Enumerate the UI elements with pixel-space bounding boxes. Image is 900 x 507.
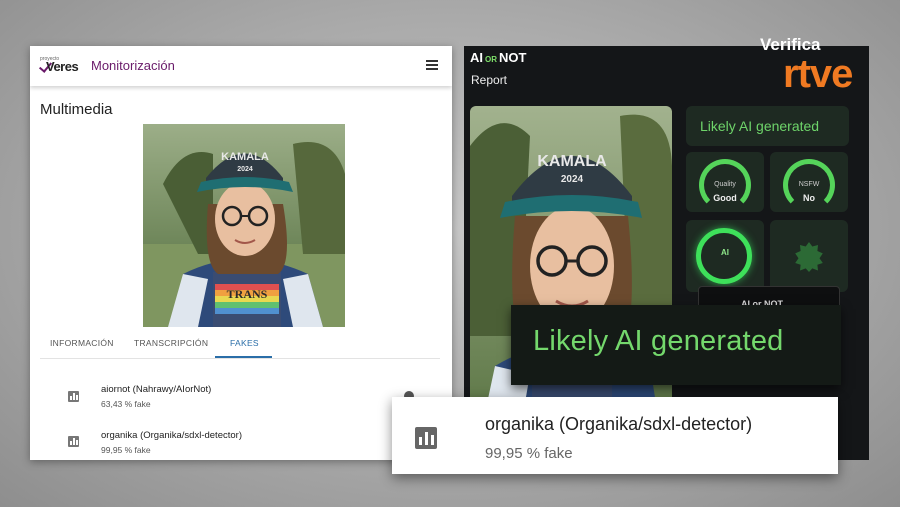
tab-bar: INFORMACIÓN TRANSCRIPCIÓN FAKES: [40, 332, 440, 359]
rtve-logo: rtve: [783, 52, 853, 96]
verdict-text: Likely AI generated: [700, 118, 820, 134]
zoom-verdict-text: Likely AI generated: [533, 325, 784, 357]
nsfw-gauge-card: NSFW No: [770, 152, 848, 212]
svg-text:KAMALA: KAMALA: [537, 153, 607, 170]
result-name[interactable]: organika (Organika/sdxl-detector): [101, 430, 242, 441]
app-topbar: proyecto Veres Monitorización: [30, 46, 452, 86]
quality-label: Quality: [714, 181, 736, 188]
aiornot-logo[interactable]: AI OR NOT: [470, 50, 526, 65]
result-score: 63,43 % fake: [101, 399, 151, 409]
zoom-verdict-callout: Likely AI generated: [511, 305, 841, 385]
bar-chart-icon: [415, 427, 437, 449]
tab-fakes[interactable]: FAKES: [230, 338, 259, 348]
verified-badge-icon: [795, 242, 823, 272]
quality-value: Good: [713, 193, 737, 203]
tab-transcripcion[interactable]: TRANSCRIPCIÓN: [134, 338, 208, 348]
bar-chart-icon: [68, 391, 79, 402]
bar-chart-icon: [68, 436, 79, 447]
tab-informacion[interactable]: INFORMACIÓN: [50, 338, 114, 348]
section-title: Multimedia: [40, 101, 113, 118]
monitoring-app-panel: proyecto Veres Monitorización Multimedia…: [30, 46, 452, 460]
media-thumbnail[interactable]: TRANS KAMALA 2024: [143, 124, 345, 327]
nsfw-label: NSFW: [798, 181, 820, 188]
svg-text:2024: 2024: [561, 174, 584, 185]
report-label: Report: [471, 73, 508, 87]
active-tab-indicator: [215, 356, 272, 358]
svg-text:2024: 2024: [237, 166, 253, 173]
badge-card: [770, 220, 848, 292]
svg-text:TRANS: TRANS: [227, 287, 268, 301]
app-title: Monitorización: [91, 58, 175, 73]
zoom-result-score: 99,95 % fake: [485, 445, 573, 462]
quality-gauge-card: Quality Good: [686, 152, 764, 212]
logo-text: Veres: [46, 59, 79, 74]
verdict-card: Likely AI generated: [686, 106, 849, 146]
result-name[interactable]: aiornot (Nahrawy/AIorNot): [101, 384, 211, 395]
result-score: 99,95 % fake: [101, 445, 151, 455]
zoom-result-callout: organika (Organika/sdxl-detector) 99,95 …: [392, 397, 838, 474]
hamburger-menu-icon[interactable]: [426, 60, 438, 70]
ring-label: AI: [721, 248, 729, 257]
ai-score-card: AI: [686, 220, 764, 292]
nsfw-value: No: [803, 193, 815, 203]
veres-logo[interactable]: proyecto Veres: [38, 56, 84, 76]
svg-text:KAMALA: KAMALA: [221, 151, 269, 163]
zoom-result-name: organika (Organika/sdxl-detector): [485, 414, 753, 434]
